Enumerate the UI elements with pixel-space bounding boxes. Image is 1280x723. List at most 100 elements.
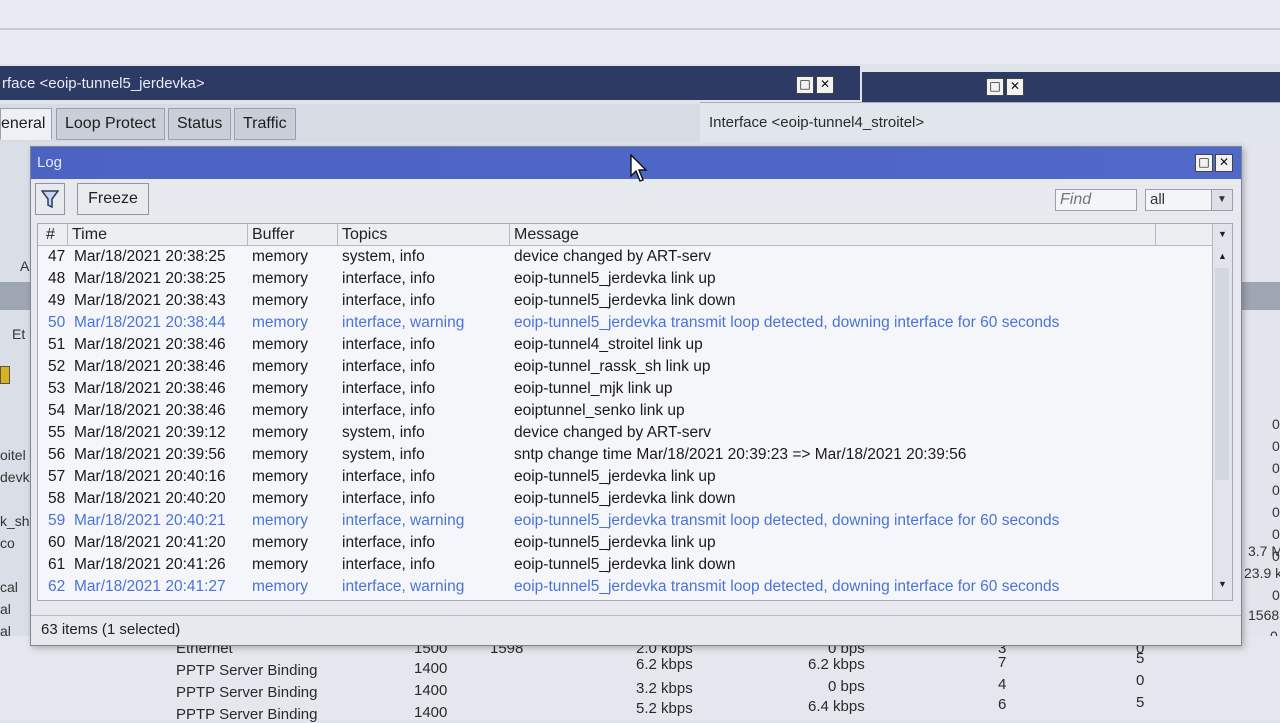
row-number: 48 [48, 270, 66, 287]
row-topics: system, info [342, 424, 425, 441]
row-number: 54 [48, 402, 66, 419]
tab-general[interactable]: eneral [0, 108, 52, 140]
row-message: eoip-tunnel5_jerdevka link up [514, 270, 716, 287]
log-scrollbar[interactable]: ▼ ▲ ▼ [1212, 224, 1232, 600]
row-time: Mar/18/2021 20:40:20 [74, 490, 226, 507]
freeze-button[interactable]: Freeze [77, 183, 149, 215]
tab-traffic[interactable]: Traffic [234, 108, 296, 140]
bg-fragment: oitel [0, 447, 26, 463]
interface-window-titlebar[interactable]: rface <eoip-tunnel5_jerdevka> □ ✕ [0, 66, 860, 100]
row-time: Mar/18/2021 20:38:46 [74, 358, 226, 375]
row-number: 53 [48, 380, 66, 397]
row-buffer: memory [252, 292, 308, 309]
log-row[interactable]: 61 Mar/18/2021 20:41:26 memory interface… [38, 554, 1214, 576]
row-message: eoip-tunnel5_jerdevka link up [514, 534, 716, 551]
cell-type: PPTP Server Binding [176, 662, 318, 679]
find-input[interactable] [1055, 189, 1137, 211]
row-time: Mar/18/2021 20:38:43 [74, 292, 226, 309]
bg-fragment: Et [12, 326, 26, 342]
log-row-warning[interactable]: 62 Mar/18/2021 20:41:27 memory interface… [38, 576, 1214, 598]
row-message: eoip-tunnel5_jerdevka link down [514, 292, 736, 309]
second-window-titlebar[interactable]: □ ✕ [862, 72, 1280, 102]
column-header-number[interactable]: # [38, 224, 68, 246]
bg-fragment: co [0, 535, 15, 551]
row-buffer: memory [252, 468, 308, 485]
row-topics: interface, info [342, 556, 436, 573]
dropdown-arrow-icon[interactable]: ▼ [1211, 190, 1232, 210]
close-button[interactable]: ✕ [1215, 154, 1233, 172]
maximize-button[interactable]: □ [986, 78, 1004, 96]
scrollbar-thumb[interactable] [1215, 268, 1229, 480]
topic-select-value: all [1150, 191, 1166, 208]
column-header-time[interactable]: Time [68, 224, 248, 246]
cell-rx: 6.2 kbps [808, 656, 865, 673]
cell-a: 6 [998, 696, 1007, 713]
row-buffer: memory [252, 402, 308, 419]
log-row-warning[interactable]: 59 Mar/18/2021 20:40:21 memory interface… [38, 510, 1214, 532]
tab-loop-protect[interactable]: Loop Protect [56, 108, 165, 140]
left-header-band [0, 282, 34, 310]
column-header-message[interactable]: Message [510, 224, 1156, 246]
row-buffer: memory [252, 336, 308, 353]
log-row-warning[interactable]: 50 Mar/18/2021 20:38:44 memory interface… [38, 312, 1214, 334]
row-message: eoip-tunnel5_jerdevka transmit loop dete… [514, 578, 1060, 595]
log-row[interactable]: 60 Mar/18/2021 20:41:20 memory interface… [38, 532, 1214, 554]
close-button[interactable]: ✕ [816, 76, 834, 94]
column-header-buffer[interactable]: Buffer [248, 224, 338, 246]
row-message: eoip-tunnel5_jerdevka link up [514, 468, 716, 485]
row-buffer: memory [252, 512, 308, 529]
cell-type: PPTP Server Binding [176, 706, 318, 723]
maximize-button[interactable]: □ [1195, 154, 1213, 172]
log-title: Log [37, 154, 63, 171]
bg-value: 23.9 k [1244, 565, 1280, 581]
log-row[interactable]: 55 Mar/18/2021 20:39:12 memory system, i… [38, 422, 1214, 444]
mouse-cursor-icon [630, 154, 648, 182]
log-row[interactable]: 52 Mar/18/2021 20:38:46 memory interface… [38, 356, 1214, 378]
row-time: Mar/18/2021 20:38:46 [74, 336, 226, 353]
close-button[interactable]: ✕ [1006, 78, 1024, 96]
row-buffer: memory [252, 424, 308, 441]
topic-select[interactable]: all ▼ [1145, 189, 1233, 211]
bg-fragment: al [0, 601, 11, 617]
cell-mtu: 1400 [414, 704, 448, 721]
log-row[interactable]: 53 Mar/18/2021 20:38:46 memory interface… [38, 378, 1214, 400]
maximize-button[interactable]: □ [796, 76, 814, 94]
row-time: Mar/18/2021 20:38:46 [74, 380, 226, 397]
row-buffer: memory [252, 446, 308, 463]
log-row[interactable]: 51 Mar/18/2021 20:38:46 memory interface… [38, 334, 1214, 356]
column-menu-icon[interactable]: ▼ [1213, 226, 1232, 242]
row-time: Mar/18/2021 20:41:27 [74, 578, 226, 595]
row-topics: interface, warning [342, 512, 465, 529]
log-row[interactable]: 58 Mar/18/2021 20:40:20 memory interface… [38, 488, 1214, 510]
log-row[interactable]: 56 Mar/18/2021 20:39:56 memory system, i… [38, 444, 1214, 466]
column-header-blank [1156, 224, 1214, 246]
cell-tx: 5.2 kbps [636, 700, 693, 717]
tab-status[interactable]: Status [168, 108, 232, 140]
log-row[interactable]: 49 Mar/18/2021 20:38:43 memory interface… [38, 290, 1214, 312]
scroll-up-icon[interactable]: ▲ [1213, 248, 1232, 264]
filter-button[interactable] [35, 183, 65, 215]
row-topics: system, info [342, 446, 425, 463]
row-time: Mar/18/2021 20:38:46 [74, 402, 226, 419]
interface-window2-title[interactable]: Interface <eoip-tunnel4_stroitel> [700, 102, 1280, 142]
right-header-band [1240, 282, 1280, 310]
log-row[interactable]: 48 Mar/18/2021 20:38:25 memory interface… [38, 268, 1214, 290]
log-row[interactable]: 57 Mar/18/2021 20:40:16 memory interface… [38, 466, 1214, 488]
log-row[interactable]: 47 Mar/18/2021 20:38:25 memory system, i… [38, 246, 1214, 268]
bg-fragment: cal [0, 579, 18, 595]
log-toolbar: Freeze all ▼ [31, 179, 1241, 219]
row-topics: system, info [342, 248, 425, 265]
cell-b: 0 [1136, 672, 1145, 689]
scroll-down-icon[interactable]: ▼ [1213, 576, 1232, 592]
desktop-top-area [0, 0, 1280, 64]
row-number: 47 [48, 248, 66, 265]
divider [0, 28, 1280, 30]
cell-a: 7 [998, 654, 1007, 671]
log-row[interactable]: 54 Mar/18/2021 20:38:46 memory interface… [38, 400, 1214, 422]
row-time: Mar/18/2021 20:41:26 [74, 556, 226, 573]
interface-tabs: eneral Loop Protect Status Traffic [0, 104, 700, 142]
column-header-topics[interactable]: Topics [338, 224, 510, 246]
row-number: 55 [48, 424, 66, 441]
row-time: Mar/18/2021 20:39:12 [74, 424, 226, 441]
row-number: 51 [48, 336, 66, 353]
